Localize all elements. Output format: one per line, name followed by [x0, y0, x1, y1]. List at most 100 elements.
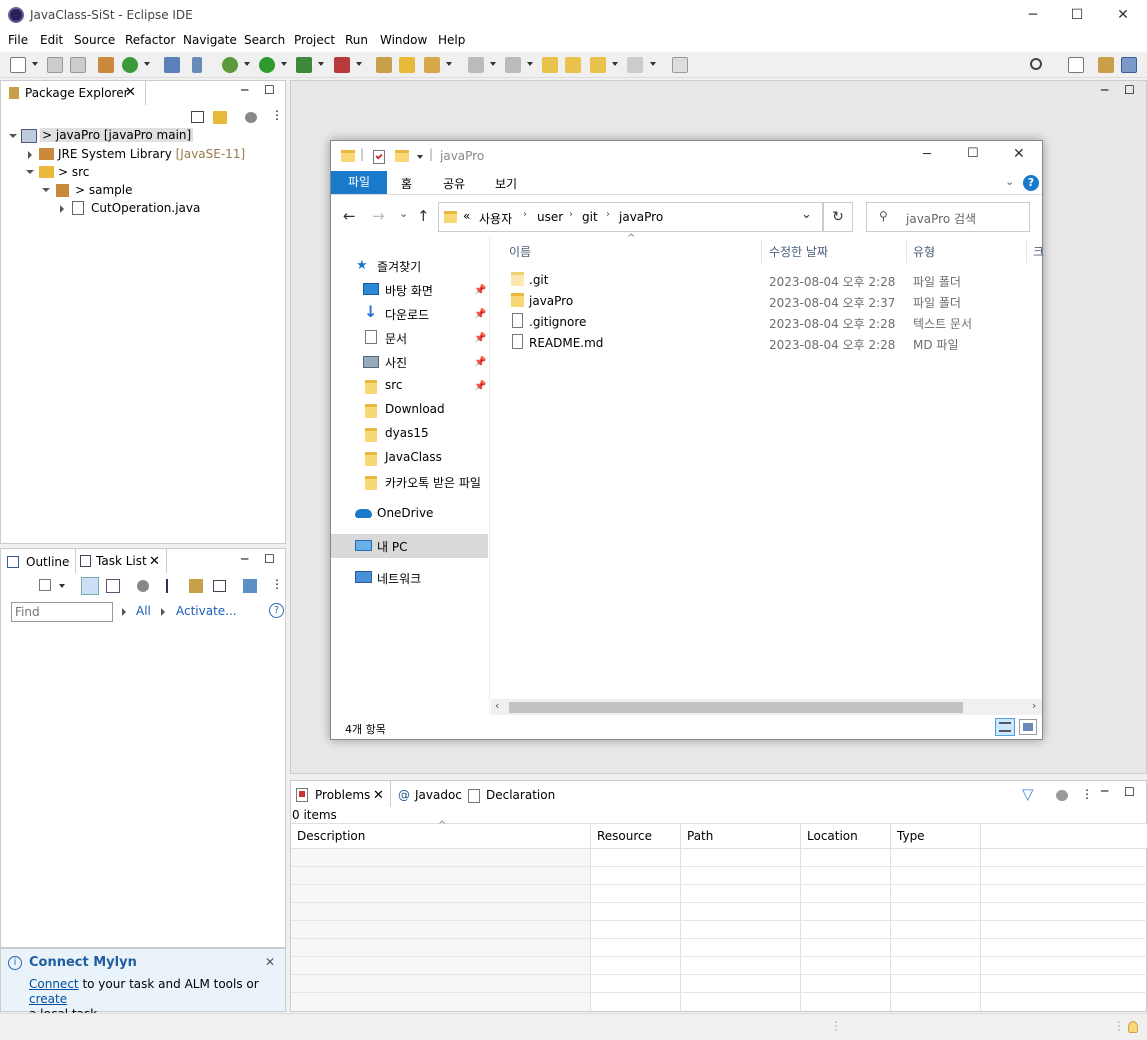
- breadcrumb-user[interactable]: user: [537, 210, 563, 224]
- nav-network[interactable]: 네트워크: [377, 570, 421, 587]
- ribbon-tab-file[interactable]: 파일: [331, 171, 387, 194]
- minimize-button[interactable]: ─: [1010, 0, 1056, 30]
- find-input[interactable]: [11, 602, 113, 622]
- tip-lightbulb-icon[interactable]: [1128, 1021, 1138, 1033]
- breadcrumb-overflow[interactable]: «: [463, 209, 470, 223]
- help-icon[interactable]: ?: [1023, 175, 1039, 191]
- forward-arrow-icon[interactable]: →: [372, 207, 385, 225]
- filter-icon[interactable]: [137, 580, 149, 592]
- close-tab-icon[interactable]: ✕: [125, 85, 136, 100]
- menu-file[interactable]: File: [8, 33, 28, 47]
- address-dropdown-icon[interactable]: ⌄: [801, 207, 812, 222]
- file-name[interactable]: README.md: [529, 336, 603, 350]
- nav-desktop[interactable]: 바탕 화면: [385, 282, 433, 299]
- activate-link[interactable]: Activate...: [176, 604, 237, 618]
- menu-window[interactable]: Window: [380, 33, 427, 47]
- column-resource[interactable]: Resource: [597, 829, 652, 843]
- column-divider[interactable]: [590, 823, 591, 1011]
- external-tools-icon[interactable]: [334, 57, 350, 73]
- search-icon[interactable]: [1030, 58, 1042, 70]
- maximize-editor-icon[interactable]: ☐: [1124, 83, 1135, 97]
- coverage-icon[interactable]: [296, 57, 312, 73]
- last-edit-icon[interactable]: [542, 57, 558, 73]
- prev-annotation-icon[interactable]: [505, 57, 521, 73]
- connect-link[interactable]: Connect: [29, 977, 79, 991]
- skip-breakpoints-icon[interactable]: [192, 57, 202, 73]
- nav-documents[interactable]: 문서: [385, 330, 407, 347]
- column-divider[interactable]: [761, 239, 762, 263]
- debug-dropdown-icon[interactable]: [244, 62, 250, 66]
- nav-downloads[interactable]: 다운로드: [385, 306, 429, 323]
- breadcrumb-git[interactable]: git: [582, 210, 598, 224]
- menu-project[interactable]: Project: [294, 33, 335, 47]
- breadcrumb-javapro[interactable]: javaPro: [619, 210, 663, 224]
- activate-expand-icon[interactable]: [161, 608, 165, 616]
- focus-icon[interactable]: [189, 579, 203, 593]
- address-bar[interactable]: « 사용자 › user › git › javaPro ⌄: [438, 202, 823, 232]
- menu-source[interactable]: Source: [74, 33, 115, 47]
- column-divider[interactable]: [680, 823, 681, 1011]
- open-task-dropdown-icon[interactable]: [446, 62, 452, 66]
- categorized-icon[interactable]: [81, 577, 99, 595]
- scroll-thumb[interactable]: [509, 702, 963, 713]
- column-divider[interactable]: [800, 823, 801, 1011]
- expand-cutoperation-icon[interactable]: [60, 205, 64, 213]
- new-icon[interactable]: [10, 57, 26, 73]
- debug-icon[interactable]: [222, 57, 238, 73]
- next-annotation-icon[interactable]: [468, 57, 484, 73]
- large-icons-view-button[interactable]: [1019, 719, 1037, 735]
- save-all-icon[interactable]: [70, 57, 86, 73]
- run-dropdown-icon[interactable]: [281, 62, 287, 66]
- explorer-search-box[interactable]: ⚲ javaPro 검색: [866, 202, 1030, 232]
- new-task-icon[interactable]: [39, 579, 51, 591]
- open-type-icon[interactable]: [399, 57, 415, 73]
- properties-icon[interactable]: [373, 150, 385, 164]
- column-size[interactable]: 크: [1033, 243, 1044, 260]
- nav-pane-divider[interactable]: [489, 237, 490, 713]
- minimize-editor-icon[interactable]: ─: [1101, 83, 1108, 97]
- coverage-dropdown-icon[interactable]: [318, 62, 324, 66]
- column-description[interactable]: Description: [297, 829, 365, 843]
- java-perspective-icon[interactable]: [1121, 57, 1137, 73]
- view-menu-icon[interactable]: ⋮: [1081, 787, 1093, 801]
- tasklist-tab[interactable]: Task List ✕: [75, 549, 167, 573]
- hide-completed-icon[interactable]: [166, 579, 178, 593]
- new-task-dropdown-icon[interactable]: [59, 584, 65, 588]
- forward-icon[interactable]: [627, 57, 643, 73]
- nav-mypc[interactable]: 내 PC: [377, 538, 407, 555]
- minimize-view-icon[interactable]: ─: [241, 83, 248, 97]
- ribbon-tab-home[interactable]: 홈: [401, 175, 412, 192]
- nav-javaclass[interactable]: JavaClass: [385, 450, 442, 464]
- expand-src-icon[interactable]: [26, 170, 34, 174]
- ribbon-expand-icon[interactable]: ⌄: [1005, 175, 1014, 188]
- ribbon-tab-share[interactable]: 공유: [443, 175, 465, 192]
- collapse-all-icon[interactable]: [213, 580, 226, 592]
- tree-item-javapro[interactable]: > javaPro [javaPro main]: [40, 128, 194, 142]
- file-name[interactable]: .gitignore: [529, 315, 586, 329]
- explorer-close-button[interactable]: ✕: [1013, 146, 1025, 162]
- next-annotation-dropdown-icon[interactable]: [490, 62, 496, 66]
- all-expand-icon[interactable]: [122, 608, 126, 616]
- maximize-view-icon[interactable]: ☐: [1124, 785, 1135, 799]
- new-java-package-icon[interactable]: [376, 57, 392, 73]
- problems-tab[interactable]: Problems ✕: [291, 781, 391, 807]
- expand-sample-icon[interactable]: [42, 188, 50, 192]
- scroll-left-icon[interactable]: ‹: [495, 699, 499, 712]
- menu-search[interactable]: Search: [244, 33, 285, 47]
- console-icon[interactable]: [164, 57, 180, 73]
- nav-quick-access[interactable]: 즐겨찾기: [377, 258, 421, 275]
- scroll-right-icon[interactable]: ›: [1032, 699, 1036, 712]
- horizontal-scrollbar[interactable]: ‹ ›: [491, 699, 1042, 715]
- external-tools-dropdown-icon[interactable]: [356, 62, 362, 66]
- expand-javapro-icon[interactable]: [9, 134, 17, 138]
- nav-src[interactable]: src: [385, 378, 403, 392]
- close-problems-icon[interactable]: ✕: [373, 788, 384, 803]
- nav-pictures[interactable]: 사진: [385, 354, 407, 371]
- refresh-icon[interactable]: [122, 57, 138, 73]
- refresh-dropdown-icon[interactable]: [144, 62, 150, 66]
- new-dropdown-icon[interactable]: [32, 62, 38, 66]
- ribbon-tab-view[interactable]: 보기: [495, 175, 517, 192]
- scheduled-icon[interactable]: [106, 579, 120, 593]
- pin-editor-icon[interactable]: [672, 57, 688, 73]
- explorer-minimize-button[interactable]: ─: [923, 147, 931, 162]
